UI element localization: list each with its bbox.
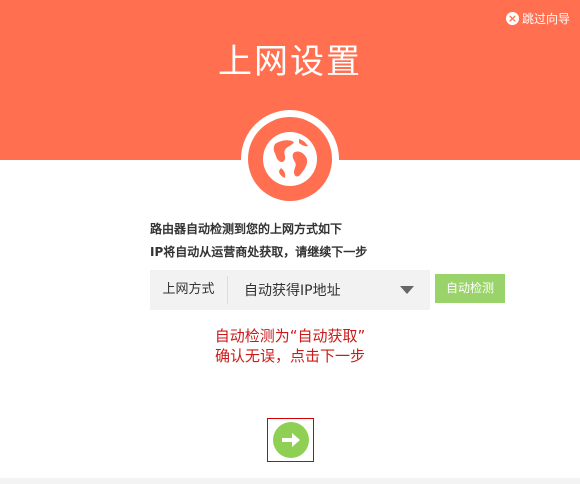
next-button[interactable]: [272, 422, 309, 458]
note-line-1: 自动检测为“自动获取”: [214, 327, 366, 345]
bottom-divider: [0, 478, 580, 484]
skip-wizard-label: 跳过向导: [521, 12, 570, 26]
connection-type-row: 上网方式 自动获得IP地址: [150, 270, 430, 310]
description-line-2: IP将自动从运营商处获取，请继续下一步: [150, 245, 368, 259]
page-title: 上网设置: [218, 42, 362, 82]
auto-detect-button[interactable]: 自动检测: [435, 274, 505, 303]
next-button-highlight: [267, 418, 314, 462]
connection-type-select[interactable]: 自动获得IP地址: [228, 280, 400, 300]
arrow-right-icon: [281, 433, 300, 447]
description-line-1: 路由器自动检测到您的上网方式如下: [150, 222, 343, 236]
note-line-2: 确认无误，点击下一步: [214, 347, 365, 365]
setup-wizard-page: × 跳过向导 上网设置 路由器自动检测到您的上网方式如下 IP将自动从运营商处获…: [0, 0, 580, 484]
chevron-down-icon[interactable]: [400, 286, 414, 294]
globe-badge: [241, 110, 339, 208]
globe-icon: [248, 117, 332, 201]
connection-type-label: 上网方式: [150, 276, 228, 304]
close-circle-icon: ×: [505, 12, 519, 25]
detection-note: 自动检测为“自动获取” 确认无误，点击下一步: [0, 326, 580, 366]
detection-description: 路由器自动检测到您的上网方式如下 IP将自动从运营商处获取，请继续下一步: [150, 218, 367, 264]
skip-wizard-link[interactable]: × 跳过向导: [505, 10, 570, 27]
